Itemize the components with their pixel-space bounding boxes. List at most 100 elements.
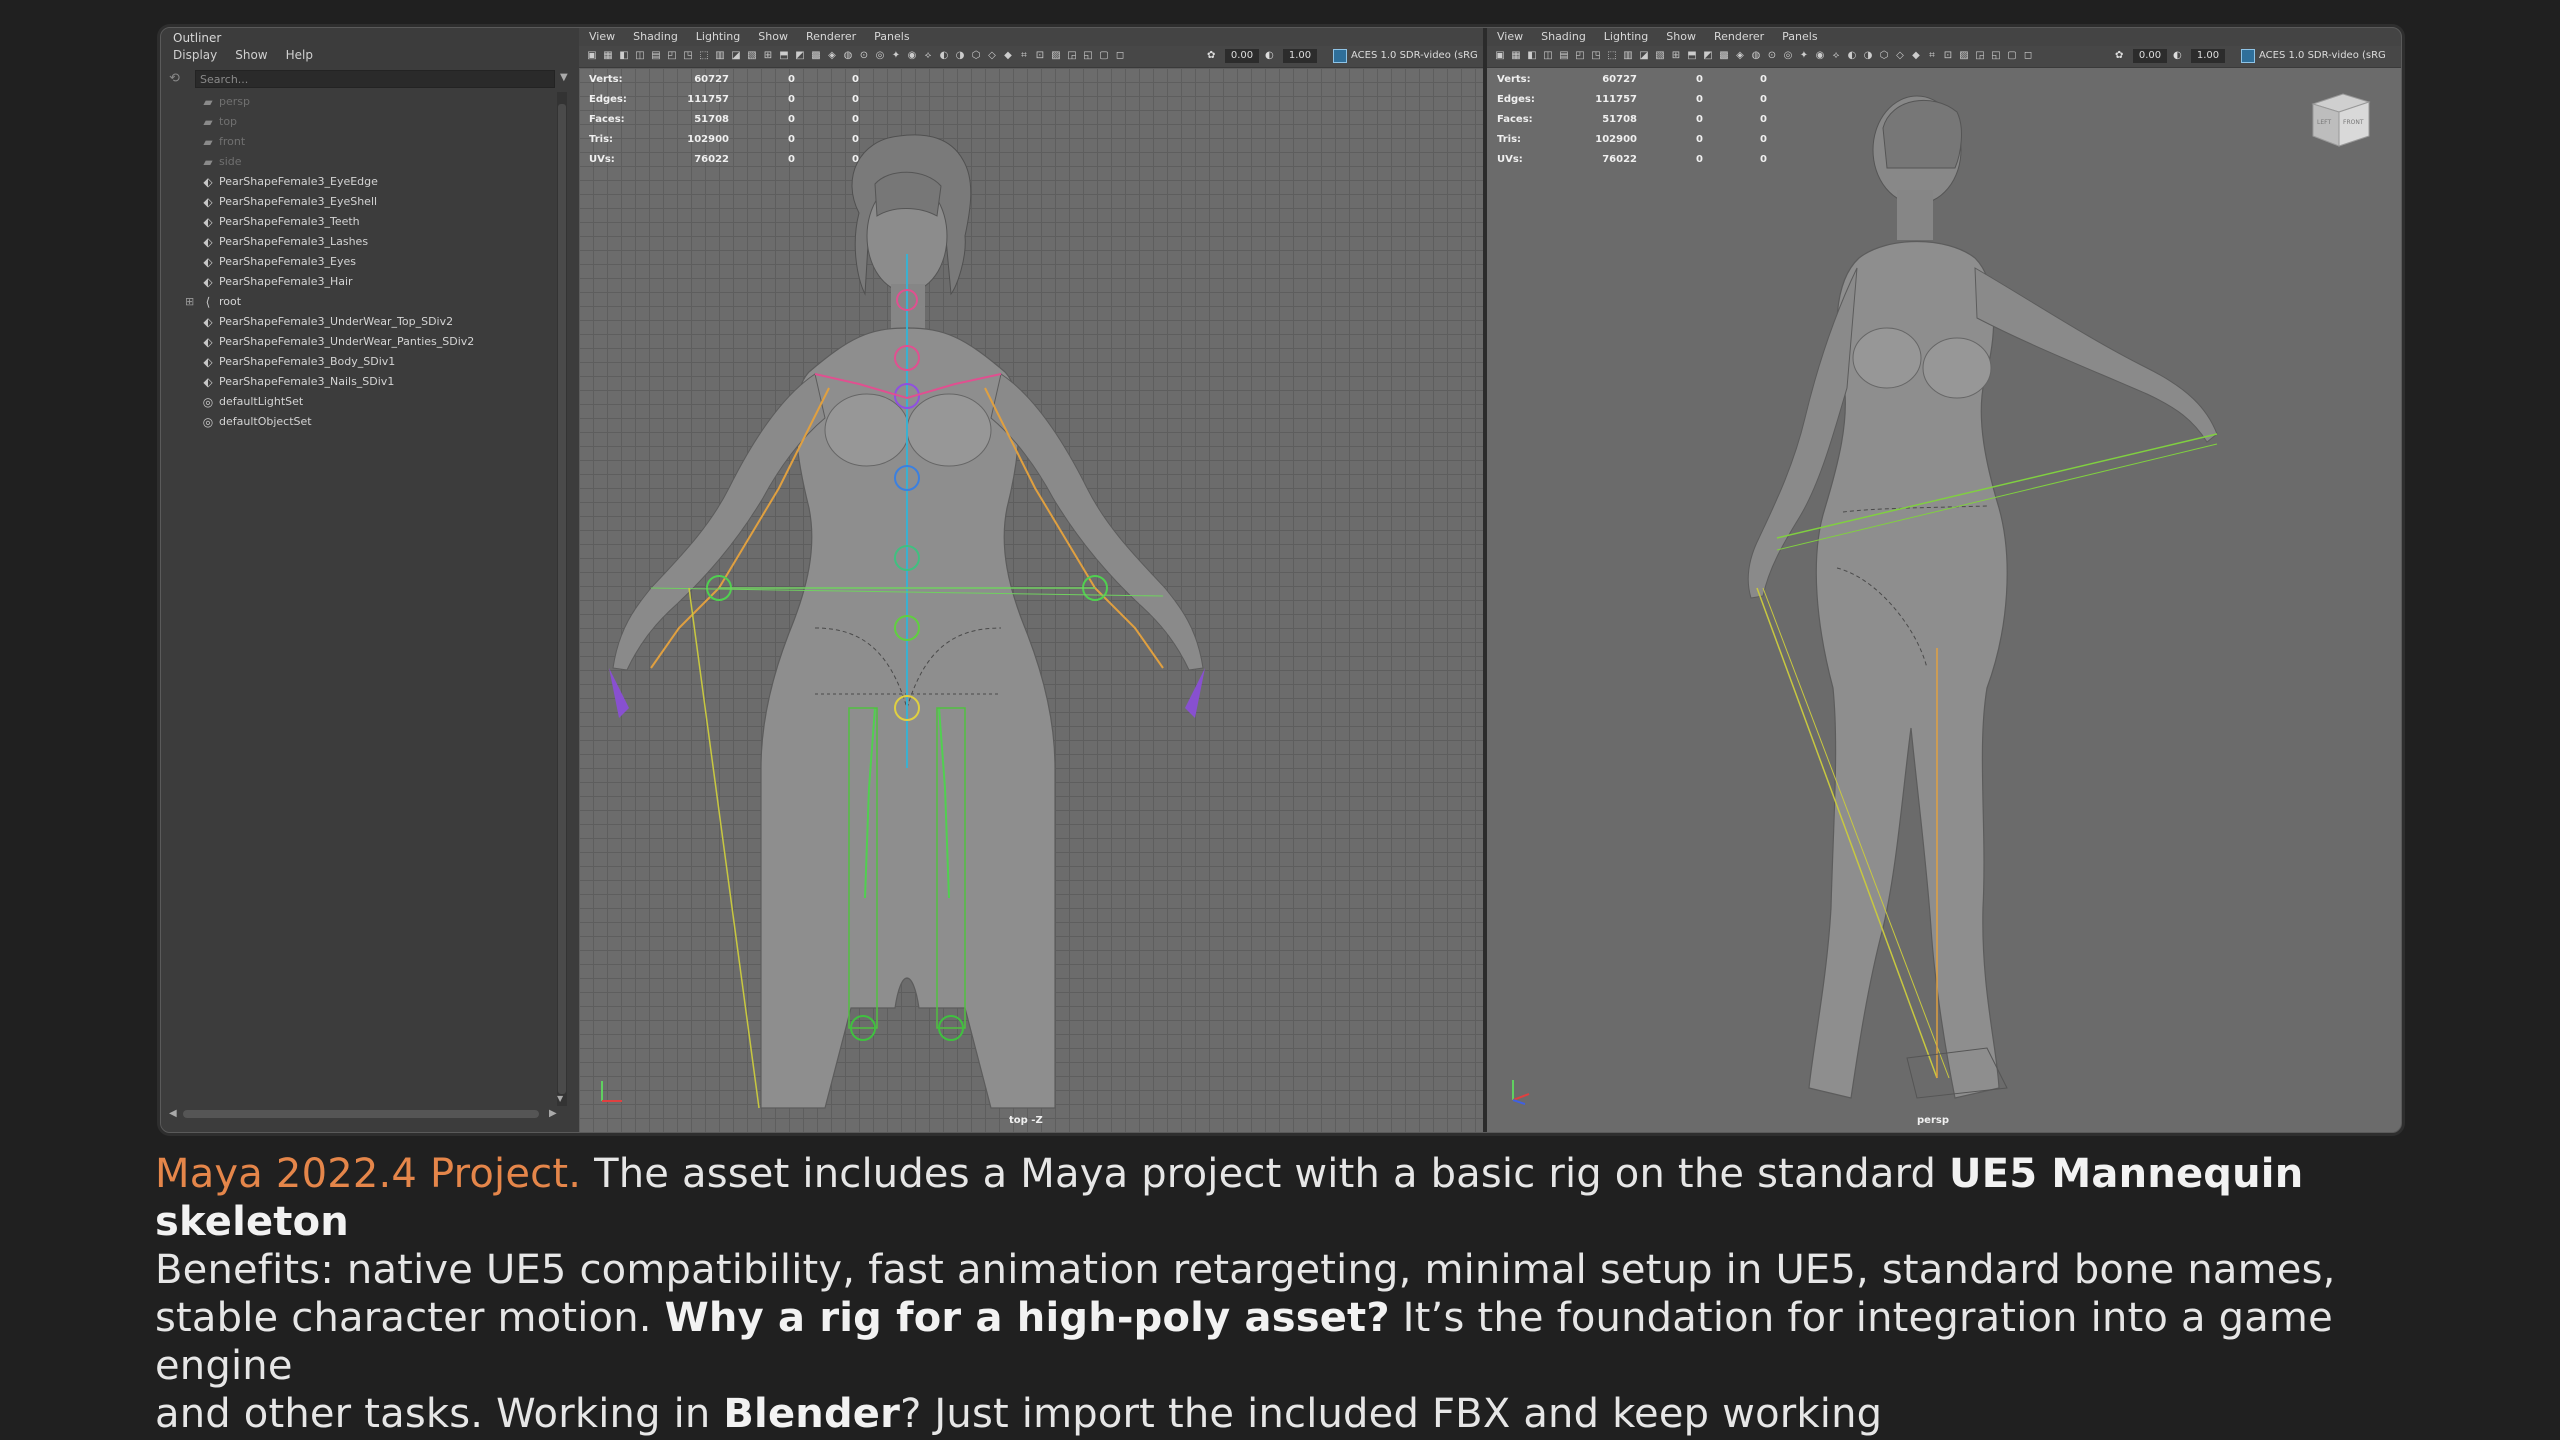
toolbar-tool-icon[interactable]: ◪ bbox=[729, 49, 743, 63]
toolbar-tool-icon[interactable]: ▧ bbox=[1653, 49, 1667, 63]
viewport-persp[interactable]: View Shading Lighting Show Renderer Pane… bbox=[1487, 28, 2401, 1132]
toolbar-tool-icon[interactable]: ◎ bbox=[1781, 49, 1795, 63]
toolbar-tool-icon[interactable]: ◍ bbox=[841, 49, 855, 63]
toolbar-tool-icon[interactable]: ◱ bbox=[1989, 49, 2003, 63]
menu-lighting[interactable]: Lighting bbox=[1604, 28, 1648, 46]
toolbar-tool-icon[interactable]: ◫ bbox=[1541, 49, 1555, 63]
toolbar-tool-icon[interactable]: ◳ bbox=[1589, 49, 1603, 63]
menu-show[interactable]: Show bbox=[235, 48, 267, 62]
outliner-vertical-scrollbar[interactable] bbox=[557, 92, 567, 1106]
toolbar-tool-icon[interactable]: ⌗ bbox=[1925, 49, 1939, 63]
toolbar-tool-icon[interactable]: ⌗ bbox=[1017, 49, 1031, 63]
gamma-icon[interactable]: ◐ bbox=[2173, 49, 2182, 63]
toolbar-tool-icon[interactable]: ◐ bbox=[937, 49, 951, 63]
outliner-item[interactable]: ◎ defaultObjectSet bbox=[185, 412, 565, 432]
gamma-icon[interactable]: ◐ bbox=[1265, 49, 1274, 63]
menu-view[interactable]: View bbox=[589, 28, 615, 46]
toolbar-tool-icon[interactable]: ⬚ bbox=[1605, 49, 1619, 63]
toolbar-tool-icon[interactable]: ▣ bbox=[1493, 49, 1507, 63]
toolbar-tool-icon[interactable]: ◆ bbox=[1909, 49, 1923, 63]
toolbar-tool-icon[interactable]: ▩ bbox=[1717, 49, 1731, 63]
toolbar-tool-icon[interactable]: ◍ bbox=[1749, 49, 1763, 63]
outliner-item[interactable]: ⬖ PearShapeFemale3_Nails_SDiv1 bbox=[185, 372, 565, 392]
menu-show[interactable]: Show bbox=[758, 28, 788, 46]
outliner-search-input[interactable] bbox=[195, 70, 555, 88]
toolbar-tool-icon[interactable]: ◎ bbox=[873, 49, 887, 63]
toolbar-tool-icon[interactable]: ✦ bbox=[1797, 49, 1811, 63]
menu-shading[interactable]: Shading bbox=[633, 28, 678, 46]
outliner-item[interactable]: ⊞ ⟨ root bbox=[185, 292, 565, 312]
search-options-icon[interactable]: ⟲ bbox=[169, 71, 185, 87]
toolbar-tool-icon[interactable]: ▣ bbox=[585, 49, 599, 63]
toolbar-tool-icon[interactable]: ◳ bbox=[681, 49, 695, 63]
toolbar-tool-icon[interactable]: ◧ bbox=[1525, 49, 1539, 63]
chevron-down-icon[interactable]: ▼ bbox=[560, 72, 568, 83]
outliner-item[interactable]: ⬖ PearShapeFemale3_Teeth bbox=[185, 212, 565, 232]
scroll-left-icon[interactable]: ◀ bbox=[169, 1108, 177, 1119]
color-management-label[interactable]: ACES 1.0 SDR-video (sRG bbox=[2259, 49, 2386, 63]
toolbar-tool-icon[interactable]: ◑ bbox=[953, 49, 967, 63]
toolbar-tool-icon[interactable]: ▤ bbox=[649, 49, 663, 63]
outliner-item[interactable]: ⬖ PearShapeFemale3_Hair bbox=[185, 272, 565, 292]
outliner-item[interactable]: ⬖ PearShapeFemale3_Body_SDiv1 bbox=[185, 352, 565, 372]
menu-renderer[interactable]: Renderer bbox=[1714, 28, 1764, 46]
exposure-field[interactable]: 0.00 bbox=[1225, 49, 1259, 63]
outliner-item[interactable]: ⬖ PearShapeFemale3_EyeEdge bbox=[185, 172, 565, 192]
toolbar-tool-icon[interactable]: ▥ bbox=[713, 49, 727, 63]
toolbar-tool-icon[interactable]: ◪ bbox=[1637, 49, 1651, 63]
exposure-field[interactable]: 0.00 bbox=[2133, 49, 2167, 63]
toolbar-tool-icon[interactable]: ◩ bbox=[1701, 49, 1715, 63]
menu-show[interactable]: Show bbox=[1666, 28, 1696, 46]
toolbar-tool-icon[interactable]: ◉ bbox=[1813, 49, 1827, 63]
toolbar-tool-icon[interactable]: ◰ bbox=[1573, 49, 1587, 63]
outliner-item[interactable]: ▰ persp bbox=[185, 92, 565, 112]
toolbar-tool-icon[interactable]: ◑ bbox=[1861, 49, 1875, 63]
toolbar-tool-icon[interactable]: ◰ bbox=[665, 49, 679, 63]
menu-display[interactable]: Display bbox=[173, 48, 217, 62]
toolbar-tool-icon[interactable]: ◫ bbox=[633, 49, 647, 63]
menu-renderer[interactable]: Renderer bbox=[806, 28, 856, 46]
menu-lighting[interactable]: Lighting bbox=[696, 28, 740, 46]
menu-view[interactable]: View bbox=[1497, 28, 1523, 46]
toolbar-tool-icon[interactable]: ⊡ bbox=[1941, 49, 1955, 63]
outliner-item[interactable]: ⬖ PearShapeFemale3_Eyes bbox=[185, 252, 565, 272]
viewcube-icon[interactable]: LEFT FRONT bbox=[2309, 90, 2373, 150]
color-management-label[interactable]: ACES 1.0 SDR-video (sRG bbox=[1351, 49, 1478, 63]
toolbar-tool-icon[interactable]: ⊞ bbox=[761, 49, 775, 63]
toolbar-tool-icon[interactable]: ⊙ bbox=[857, 49, 871, 63]
toolbar-tool-icon[interactable]: ◈ bbox=[825, 49, 839, 63]
viewport-front[interactable]: View Shading Lighting Show Renderer Pane… bbox=[579, 28, 1487, 1132]
toolbar-tool-icon[interactable]: ▢ bbox=[1097, 49, 1111, 63]
toolbar-tool-icon[interactable]: ⬒ bbox=[1685, 49, 1699, 63]
toolbar-tool-icon[interactable]: ◉ bbox=[905, 49, 919, 63]
toolbar-tool-icon[interactable]: ⊙ bbox=[1765, 49, 1779, 63]
toolbar-tool-icon[interactable]: ◻ bbox=[1113, 49, 1127, 63]
outliner-item[interactable]: ▰ side bbox=[185, 152, 565, 172]
outliner-horizontal-scrollbar[interactable]: ◀ ▶ bbox=[169, 1108, 561, 1120]
toolbar-tool-icon[interactable]: ⬚ bbox=[697, 49, 711, 63]
outliner-item[interactable]: ⬖ PearShapeFemale3_UnderWear_Panties_SDiv… bbox=[185, 332, 565, 352]
menu-help[interactable]: Help bbox=[286, 48, 313, 62]
outliner-item[interactable]: ▰ top bbox=[185, 112, 565, 132]
menu-panels[interactable]: Panels bbox=[1782, 28, 1817, 46]
toolbar-tool-icon[interactable]: ⬡ bbox=[1877, 49, 1891, 63]
outliner-item[interactable]: ⬖ PearShapeFemale3_EyeShell bbox=[185, 192, 565, 212]
toolbar-tool-icon[interactable]: ⊡ bbox=[1033, 49, 1047, 63]
toolbar-tool-icon[interactable]: ◇ bbox=[1893, 49, 1907, 63]
scroll-right-icon[interactable]: ▶ bbox=[549, 1108, 557, 1119]
toolbar-tool-icon[interactable]: ◻ bbox=[2021, 49, 2035, 63]
toolbar-tool-icon[interactable]: ◩ bbox=[793, 49, 807, 63]
outliner-item[interactable]: ⬖ PearShapeFemale3_Lashes bbox=[185, 232, 565, 252]
toolbar-tool-icon[interactable]: ▩ bbox=[809, 49, 823, 63]
outliner-item[interactable]: ◎ defaultLightSet bbox=[185, 392, 565, 412]
toolbar-tool-icon[interactable]: ◱ bbox=[1081, 49, 1095, 63]
toolbar-tool-icon[interactable]: ◆ bbox=[1001, 49, 1015, 63]
toolbar-tool-icon[interactable]: ◈ bbox=[1733, 49, 1747, 63]
scrollbar-thumb[interactable] bbox=[558, 104, 566, 1094]
toolbar-tool-icon[interactable]: ⊞ bbox=[1669, 49, 1683, 63]
toolbar-tool-icon[interactable]: ▥ bbox=[1621, 49, 1635, 63]
toolbar-tool-icon[interactable]: ◐ bbox=[1845, 49, 1859, 63]
scrollbar-thumb[interactable] bbox=[183, 1110, 539, 1118]
toolbar-tool-icon[interactable]: ⬡ bbox=[969, 49, 983, 63]
toolbar-tool-icon[interactable]: ◲ bbox=[1065, 49, 1079, 63]
